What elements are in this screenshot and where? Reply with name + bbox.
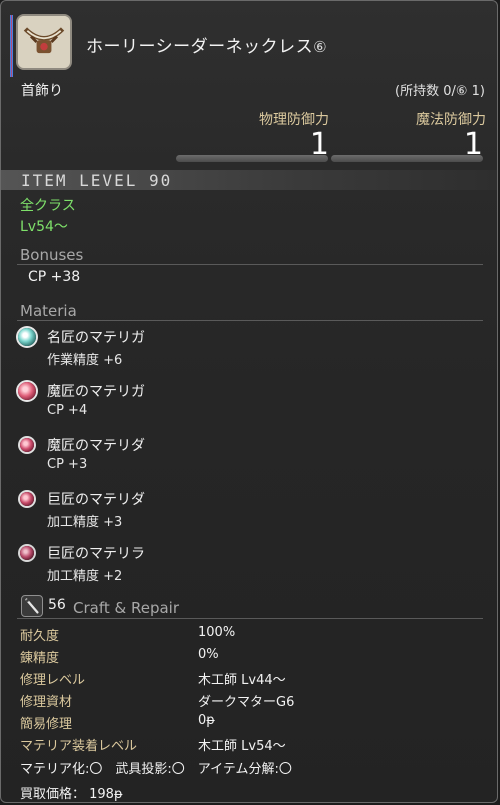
meld-level-value: 木工師 Lv54〜 [198, 739, 286, 754]
materia-socket-icon [20, 492, 34, 506]
materia-stat: CP +3 [47, 457, 88, 472]
materia-stat: 加工精度 +3 [47, 515, 123, 530]
equip-slot: 首飾り [21, 83, 63, 99]
durability-value: 100% [198, 625, 236, 640]
rarity-accent [10, 15, 13, 77]
repair-level-value: 木工師 Lv44〜 [198, 673, 286, 688]
meld-level-label: マテリア装着レベル [20, 739, 138, 754]
bonus-cp: CP +38 [28, 269, 81, 285]
owned-count: (所持数 0/⑥ 1) [395, 84, 485, 99]
materia-name: 魔匠のマテリダ [47, 438, 145, 454]
durability-label: 耐久度 [20, 629, 60, 644]
materia-name: 名匠のマテリガ [47, 330, 145, 346]
materia-title: Materia [20, 302, 77, 320]
spiritbond-value: 0% [198, 647, 219, 662]
simple-repair-value: 0ᵽ [198, 713, 215, 728]
materia-stat: 作業精度 +6 [47, 353, 123, 368]
repair-level: 56 [48, 597, 66, 613]
materia-socket-icon [20, 438, 34, 452]
simple-repair-label: 簡易修理 [20, 717, 73, 732]
materia-name: 魔匠のマテリガ [47, 384, 145, 400]
materia-socket-icon [20, 546, 34, 560]
materia-socket-icon [18, 328, 36, 346]
magic-defense-bar [331, 155, 483, 162]
physical-defense-label: 物理防御力 [259, 112, 329, 128]
item-flags: マテリア化:〇 武具投影:〇 アイテム分解:〇 [20, 762, 292, 777]
class-requirement: 全クラス [20, 198, 76, 214]
spiritbond-label: 錬精度 [20, 651, 60, 666]
materia-divider [17, 320, 483, 321]
item-name: ホーリーシーダーネックレス⑥ [86, 32, 327, 57]
item-level: ITEM LEVEL 90 [21, 171, 173, 190]
repair-materials-label: 修理資材 [20, 695, 73, 710]
materia-stat: CP +4 [47, 403, 88, 418]
magic-defense-label: 魔法防御力 [416, 112, 486, 128]
repair-materials-value: ダークマターG6 [198, 695, 295, 710]
craft-repair-title: Craft & Repair [73, 599, 179, 617]
bonuses-title: Bonuses [20, 246, 84, 264]
materia-name: 巨匠のマテリダ [47, 492, 145, 508]
materia-stat: 加工精度 +2 [47, 569, 123, 584]
necklace-icon [16, 14, 72, 70]
materia-name: 巨匠のマテリラ [47, 546, 145, 562]
physical-defense-bar [176, 155, 328, 162]
level-requirement: Lv54〜 [20, 219, 68, 235]
item-name-text: ホーリーシーダーネックレス [86, 37, 314, 57]
bonuses-divider [17, 264, 483, 265]
craft-repair-divider [17, 618, 483, 619]
needle-icon [21, 595, 43, 617]
item-tooltip: ホーリーシーダーネックレス⑥ 首飾り (所持数 0/⑥ 1) 物理防御力 1 魔… [0, 0, 498, 803]
sell-price: 買取価格： 198ᵽ [20, 787, 123, 802]
collectable-symbol: ⑥ [313, 38, 328, 56]
repair-level-label: 修理レベル [20, 673, 86, 688]
materia-socket-icon [18, 382, 36, 400]
